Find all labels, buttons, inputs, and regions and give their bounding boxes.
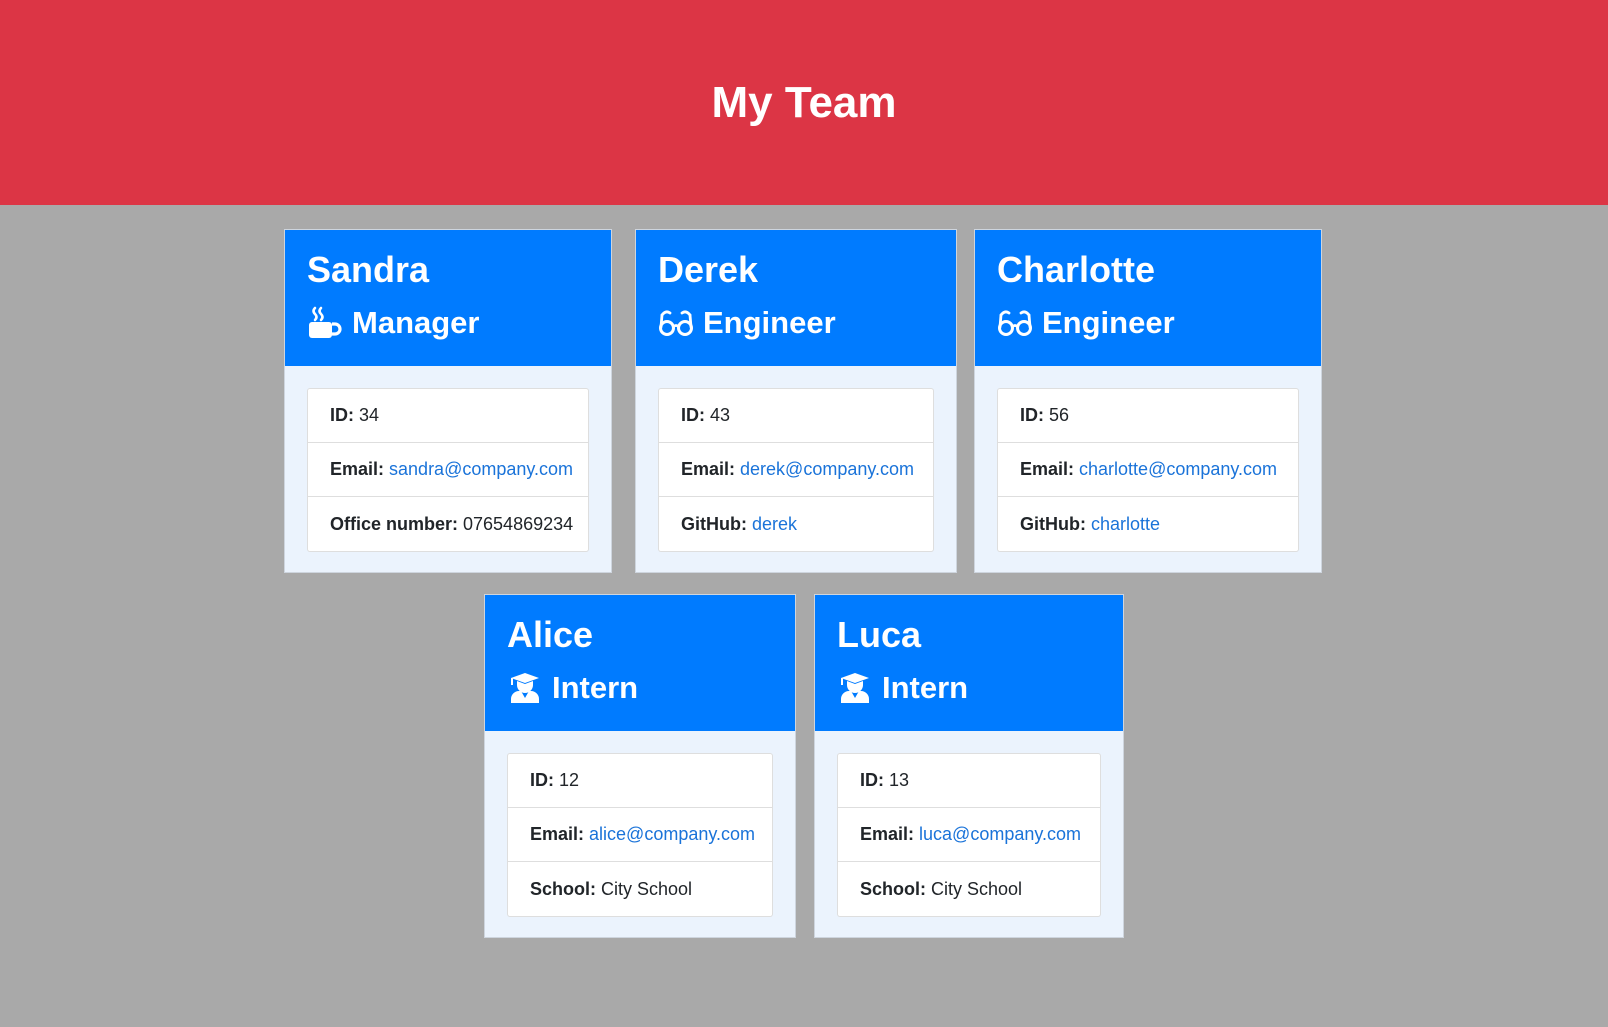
role-label: Manager — [352, 305, 480, 340]
page-header: My Team — [0, 0, 1608, 205]
glasses-icon — [658, 305, 694, 341]
email-link[interactable]: charlotte@company.com — [1079, 459, 1277, 480]
role-label: Intern — [552, 670, 639, 705]
employee-role: Intern — [507, 668, 773, 708]
glasses-icon — [997, 305, 1033, 341]
user-graduate-icon — [837, 670, 873, 706]
list-item-github: GitHub: charlotte — [998, 497, 1298, 551]
page-title: My Team — [711, 77, 897, 127]
employee-name: Luca — [837, 614, 922, 655]
employee-role: Engineer — [997, 303, 1299, 343]
card-header: Sandra Manager — [285, 230, 611, 366]
office-number-value: 07654869234 — [463, 513, 574, 534]
user-graduate-icon — [507, 670, 543, 706]
employee-card-sandra: Sandra Manager ID: 34 Email: sandra@comp… — [284, 229, 612, 573]
list-item-email: Email: luca@company.com — [838, 808, 1100, 862]
list-item-id: ID: 56 — [998, 389, 1298, 443]
id-value: 13 — [889, 770, 910, 790]
employee-card-luca: Luca Intern ID: 13 Email: luca@company.c… — [814, 594, 1124, 938]
employee-name: Sandra — [307, 249, 430, 290]
employee-card-charlotte: Charlotte Engineer ID: 56 Email: charlot… — [974, 229, 1322, 573]
id-label: ID: — [1020, 405, 1044, 425]
id-value: 56 — [1049, 405, 1070, 425]
employee-name: Alice — [507, 614, 594, 655]
school-value: City School — [931, 878, 1023, 899]
list-item-github: GitHub: derek — [659, 497, 933, 551]
email-link[interactable]: sandra@company.com — [389, 459, 573, 480]
employee-details-list: ID: 12 Email: alice@company.com School: … — [507, 753, 773, 917]
github-link[interactable]: charlotte — [1091, 514, 1160, 535]
list-item-email: Email: alice@company.com — [508, 808, 772, 862]
school-label: School: — [860, 878, 926, 899]
github-label: GitHub: — [681, 513, 747, 534]
employee-role: Intern — [837, 668, 1101, 708]
role-label: Intern — [882, 670, 969, 705]
id-label: ID: — [530, 770, 554, 790]
list-item-email: Email: charlotte@company.com — [998, 443, 1298, 497]
employee-details-list: ID: 34 Email: sandra@company.com Office … — [307, 388, 589, 552]
email-label: Email: — [530, 824, 585, 844]
employee-name: Derek — [658, 249, 759, 290]
role-label: Engineer — [703, 305, 836, 340]
school-value: City School — [601, 878, 693, 899]
employee-details-list: ID: 43 Email: derek@company.com GitHub: … — [658, 388, 934, 552]
card-header: Alice Intern — [485, 595, 795, 731]
list-item-id: ID: 13 — [838, 754, 1100, 808]
id-value: 34 — [359, 405, 380, 425]
employee-card-alice: Alice Intern ID: 12 Email: alice@company… — [484, 594, 796, 938]
role-label: Engineer — [1042, 305, 1175, 340]
employee-details-list: ID: 56 Email: charlotte@company.com GitH… — [997, 388, 1299, 552]
card-header: Derek Engineer — [636, 230, 956, 366]
list-item-office-number: Office number: 07654869234 — [308, 497, 588, 551]
github-label: GitHub: — [1020, 513, 1086, 534]
list-item-email: Email: derek@company.com — [659, 443, 933, 497]
email-label: Email: — [330, 459, 385, 479]
employee-role: Engineer — [658, 303, 934, 343]
list-item-school: School: City School — [838, 862, 1100, 916]
list-item-email: Email: sandra@company.com — [308, 443, 588, 497]
email-label: Email: — [681, 459, 736, 479]
id-label: ID: — [330, 405, 354, 425]
email-label: Email: — [1020, 459, 1075, 479]
mug-hot-icon — [307, 305, 343, 341]
email-label: Email: — [860, 824, 915, 844]
list-item-school: School: City School — [508, 862, 772, 916]
list-item-id: ID: 34 — [308, 389, 588, 443]
id-label: ID: — [681, 405, 705, 425]
id-label: ID: — [860, 770, 884, 790]
office-number-label: Office number: — [330, 513, 459, 534]
list-item-id: ID: 43 — [659, 389, 933, 443]
employee-card-derek: Derek Engineer ID: 43 Email: derek@compa… — [635, 229, 957, 573]
list-item-id: ID: 12 — [508, 754, 772, 808]
employee-details-list: ID: 13 Email: luca@company.com School: C… — [837, 753, 1101, 917]
email-link[interactable]: derek@company.com — [740, 459, 914, 480]
id-value: 12 — [559, 770, 580, 790]
employee-role: Manager — [307, 303, 589, 343]
github-link[interactable]: derek — [752, 514, 797, 535]
school-label: School: — [530, 878, 596, 899]
card-header: Charlotte Engineer — [975, 230, 1321, 366]
id-value: 43 — [710, 405, 731, 425]
employee-name: Charlotte — [997, 249, 1156, 290]
card-header: Luca Intern — [815, 595, 1123, 731]
email-link[interactable]: luca@company.com — [919, 824, 1081, 845]
email-link[interactable]: alice@company.com — [589, 824, 755, 845]
